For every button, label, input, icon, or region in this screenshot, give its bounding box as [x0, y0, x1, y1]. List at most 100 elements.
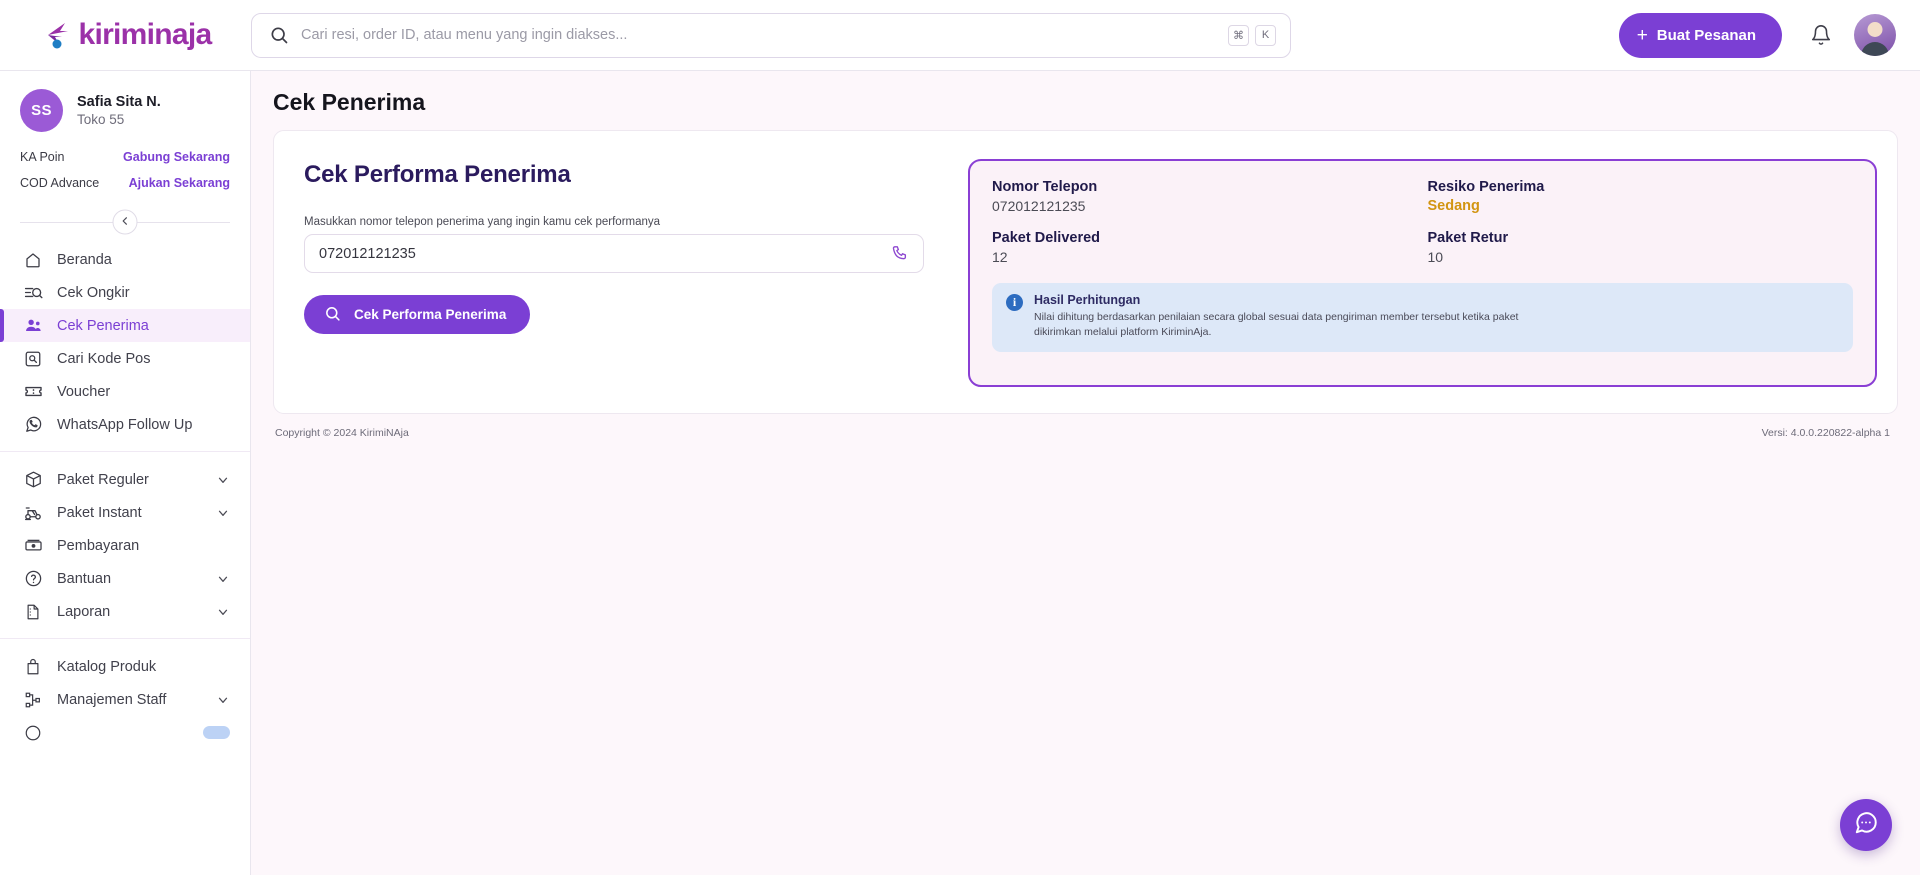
sidebar-item-whatsapp-follow-up[interactable]: WhatsApp Follow Up — [0, 408, 250, 441]
sidebar-item-voucher[interactable]: Voucher — [0, 375, 250, 408]
performance-form: Cek Performa Penerima Masukkan nomor tel… — [300, 157, 950, 387]
sidebar-item-cek-ongkir[interactable]: Cek Ongkir — [0, 276, 250, 309]
search-area: ⌘ K — [251, 12, 1597, 58]
sidebar-label: Paket Instant — [57, 504, 142, 521]
catalog-icon — [23, 657, 43, 677]
settings-icon — [23, 723, 43, 743]
result-panel: Nomor Telepon 072012121235 Resiko Peneri… — [968, 159, 1877, 387]
sidebar-item-katalog-produk[interactable]: Katalog Produk — [0, 650, 250, 683]
chevron-down-icon — [216, 693, 230, 707]
sidebar-group-3: Katalog Produk Manajemen Staff — [0, 650, 250, 749]
postal-code-icon — [23, 349, 43, 369]
sidebar-label: Cari Kode Pos — [57, 350, 151, 367]
help-icon — [23, 569, 43, 589]
whatsapp-icon — [23, 415, 43, 435]
create-order-label: Buat Pesanan — [1656, 26, 1756, 44]
chat-icon — [1853, 810, 1879, 841]
profile-store: Toko 55 — [77, 111, 125, 127]
info-title: Hasil Perhitungan — [1034, 293, 1141, 307]
sidebar-label: Laporan — [57, 603, 111, 620]
phone-icon — [890, 244, 909, 263]
staff-icon — [23, 690, 43, 710]
sidebar-divider-2 — [0, 638, 250, 639]
result-retur: Paket Retur 10 — [1428, 230, 1854, 265]
result-delivered-value: 12 — [992, 249, 1008, 265]
ka-poin-label: KA Poin — [20, 150, 65, 164]
sidebar-label: Beranda — [57, 251, 112, 268]
create-order-button[interactable]: + Buat Pesanan — [1618, 12, 1782, 58]
result-delivered-label: Paket Delivered — [992, 230, 1101, 246]
chevron-down-icon — [216, 506, 230, 520]
sidebar-profile[interactable]: SS Safia Sita N. Toko 55 — [0, 71, 250, 144]
page-header: Cek Penerima — [251, 71, 1920, 130]
chevron-down-icon — [216, 473, 230, 487]
sidebar-item-partial[interactable] — [0, 716, 250, 749]
plus-icon: + — [1636, 24, 1648, 46]
page-footer: Copyright © 2024 KirimiNAja Versi: 4.0.0… — [251, 414, 1920, 449]
cod-advance-row: COD Advance Ajukan Sekarang — [0, 170, 250, 196]
sidebar-item-laporan[interactable]: Laporan — [0, 595, 250, 628]
cek-penerima-card: Cek Performa Penerima Masukkan nomor tel… — [273, 130, 1898, 414]
cod-advance-label: COD Advance — [20, 176, 100, 190]
kbd-k: K — [1255, 24, 1276, 46]
sidebar-item-beranda[interactable]: Beranda — [0, 243, 250, 276]
result-phone: Nomor Telepon 072012121235 — [992, 179, 1418, 214]
scooter-icon — [23, 503, 43, 523]
global-search[interactable]: ⌘ K — [251, 12, 1291, 58]
cod-advance-action[interactable]: Ajukan Sekarang — [129, 176, 230, 190]
result-risk: Resiko Penerima Sedang — [1428, 179, 1854, 214]
sidebar-collapse-area — [20, 205, 230, 239]
app-root: kiriminaja ⌘ K + Buat Pesanan — [0, 0, 1920, 875]
cek-performa-button[interactable]: Cek Performa Penerima — [304, 295, 531, 334]
brand-name: kiriminaja — [78, 18, 212, 51]
sidebar-label: Katalog Produk — [57, 658, 157, 675]
chevron-down-icon — [216, 605, 230, 619]
version-text: Versi: 4.0.0.220822-alpha 1 — [1761, 427, 1890, 439]
ka-poin-action[interactable]: Gabung Sekarang — [123, 150, 230, 164]
cek-performa-label: Cek Performa Penerima — [354, 307, 507, 322]
sidebar-group-2: Paket Reguler Paket Instant Pembayaran B… — [0, 463, 250, 628]
result-delivered: Paket Delivered 12 — [992, 230, 1418, 265]
sidebar-item-paket-reguler[interactable]: Paket Reguler — [0, 463, 250, 496]
brand-logo[interactable]: kiriminaja — [0, 17, 251, 53]
sidebar-item-paket-instant[interactable]: Paket Instant — [0, 496, 250, 529]
voucher-icon — [23, 382, 43, 402]
shipping-cost-icon — [23, 283, 43, 303]
sidebar-label: WhatsApp Follow Up — [57, 416, 193, 433]
search-icon — [269, 25, 289, 45]
info-icon: i — [1006, 294, 1023, 311]
sidebar-item-pembayaran[interactable]: Pembayaran — [0, 529, 250, 562]
calculation-info-box: i Hasil Perhitungan Nilai dihitung berda… — [992, 283, 1853, 353]
result-grid: Nomor Telepon 072012121235 Resiko Peneri… — [992, 179, 1853, 265]
form-title: Cek Performa Penerima — [304, 161, 571, 188]
sidebar-item-cari-kode-pos[interactable]: Cari Kode Pos — [0, 342, 250, 375]
sidebar-group-1: Beranda Cek Ongkir Cek Penerima Cari Kod… — [0, 243, 250, 441]
sidebar-label: Paket Reguler — [57, 471, 149, 488]
sidebar-item-cek-penerima[interactable]: Cek Penerima — [0, 309, 250, 342]
page-title: Cek Penerima — [273, 89, 426, 115]
sidebar-item-bantuan[interactable]: Bantuan — [0, 562, 250, 595]
kbd-cmd: ⌘ — [1228, 24, 1249, 46]
phone-input-wrapper[interactable] — [304, 234, 924, 273]
profile-initials: SS — [20, 89, 63, 132]
search-icon — [324, 305, 341, 325]
chevron-left-icon — [120, 215, 131, 229]
result-phone-value: 072012121235 — [992, 198, 1086, 214]
chat-support-button[interactable] — [1840, 799, 1892, 851]
search-shortcut: ⌘ K — [1228, 24, 1276, 46]
home-icon — [23, 250, 43, 270]
phone-field-label: Masukkan nomor telepon penerima yang ing… — [304, 216, 661, 228]
sidebar-item-manajemen-staff[interactable]: Manajemen Staff — [0, 683, 250, 716]
phone-input[interactable] — [319, 245, 890, 262]
body: SS Safia Sita N. Toko 55 KA Poin Gabung … — [0, 71, 1920, 875]
top-bar: kiriminaja ⌘ K + Buat Pesanan — [0, 0, 1920, 71]
result-risk-label: Resiko Penerima — [1427, 179, 1545, 195]
profile-name: Safia Sita N. — [77, 93, 161, 110]
info-text: Nilai dihitung berdasarkan penilaian sec… — [1034, 311, 1519, 339]
search-input[interactable] — [301, 27, 1228, 43]
sidebar-label: Manajemen Staff — [57, 691, 167, 708]
notification-bell-icon[interactable] — [1810, 24, 1832, 46]
collapse-sidebar-button[interactable] — [112, 209, 138, 235]
user-avatar-top[interactable] — [1854, 14, 1896, 56]
sidebar-label: Cek Ongkir — [57, 284, 130, 301]
